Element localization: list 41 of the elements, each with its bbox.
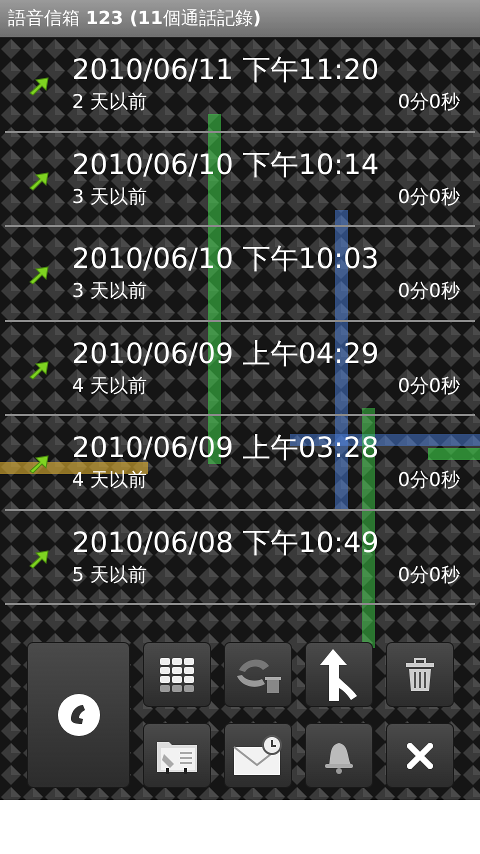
close-icon xyxy=(407,742,433,768)
call-date: 2010/06/10 下午10:14 xyxy=(72,146,379,182)
toolbar-button[interactable] xyxy=(143,642,211,707)
trash-icon xyxy=(405,658,435,692)
outgoing-call-icon xyxy=(28,454,50,474)
call-duration: 0分0秒 xyxy=(398,374,460,398)
time-ago: 3 天以前 xyxy=(72,279,148,304)
toolbar-button[interactable] xyxy=(224,642,292,707)
dialpad-icon xyxy=(159,656,195,692)
phone-icon xyxy=(56,693,100,737)
call-duration: 0分0秒 xyxy=(398,90,460,115)
call-date: 2010/06/10 下午10:03 xyxy=(72,241,379,277)
light-beam xyxy=(428,448,480,460)
toolbar-button[interactable] xyxy=(305,723,373,788)
toolbar-button[interactable] xyxy=(143,723,211,788)
merge-arrow-icon xyxy=(319,648,359,702)
outgoing-call-icon xyxy=(28,360,50,380)
call-date: 2010/06/11 下午11:20 xyxy=(72,52,379,88)
time-ago: 4 天以前 xyxy=(72,468,148,493)
toolbar-button[interactable] xyxy=(386,723,454,788)
toolbar-button[interactable] xyxy=(305,642,373,707)
time-ago: 4 天以前 xyxy=(72,374,148,398)
outgoing-call-icon xyxy=(28,265,50,286)
call-duration: 0分0秒 xyxy=(398,468,460,493)
toolbar-button[interactable] xyxy=(386,642,454,707)
time-ago: 2 天以前 xyxy=(72,90,148,115)
call-date: 2010/06/08 下午10:49 xyxy=(72,524,379,560)
call-duration: 0分0秒 xyxy=(398,562,460,588)
call-duration: 0分0秒 xyxy=(398,279,460,304)
outgoing-call-icon xyxy=(28,170,50,191)
outgoing-call-icon xyxy=(28,548,50,569)
time-ago: 5 天以前 xyxy=(72,562,148,588)
outgoing-call-icon xyxy=(28,76,50,96)
toolbar-button[interactable] xyxy=(224,723,292,788)
window-title: 語音信箱 123 (11個通話記錄) xyxy=(8,7,262,31)
call-date: 2010/06/09 上午04:29 xyxy=(72,336,379,372)
call-button[interactable] xyxy=(27,642,130,788)
call-date: 2010/06/09 上午03:28 xyxy=(72,430,379,466)
time-ago: 3 天以前 xyxy=(72,184,148,210)
envelope-clock-icon xyxy=(233,734,283,776)
call-duration: 0分0秒 xyxy=(398,184,460,210)
